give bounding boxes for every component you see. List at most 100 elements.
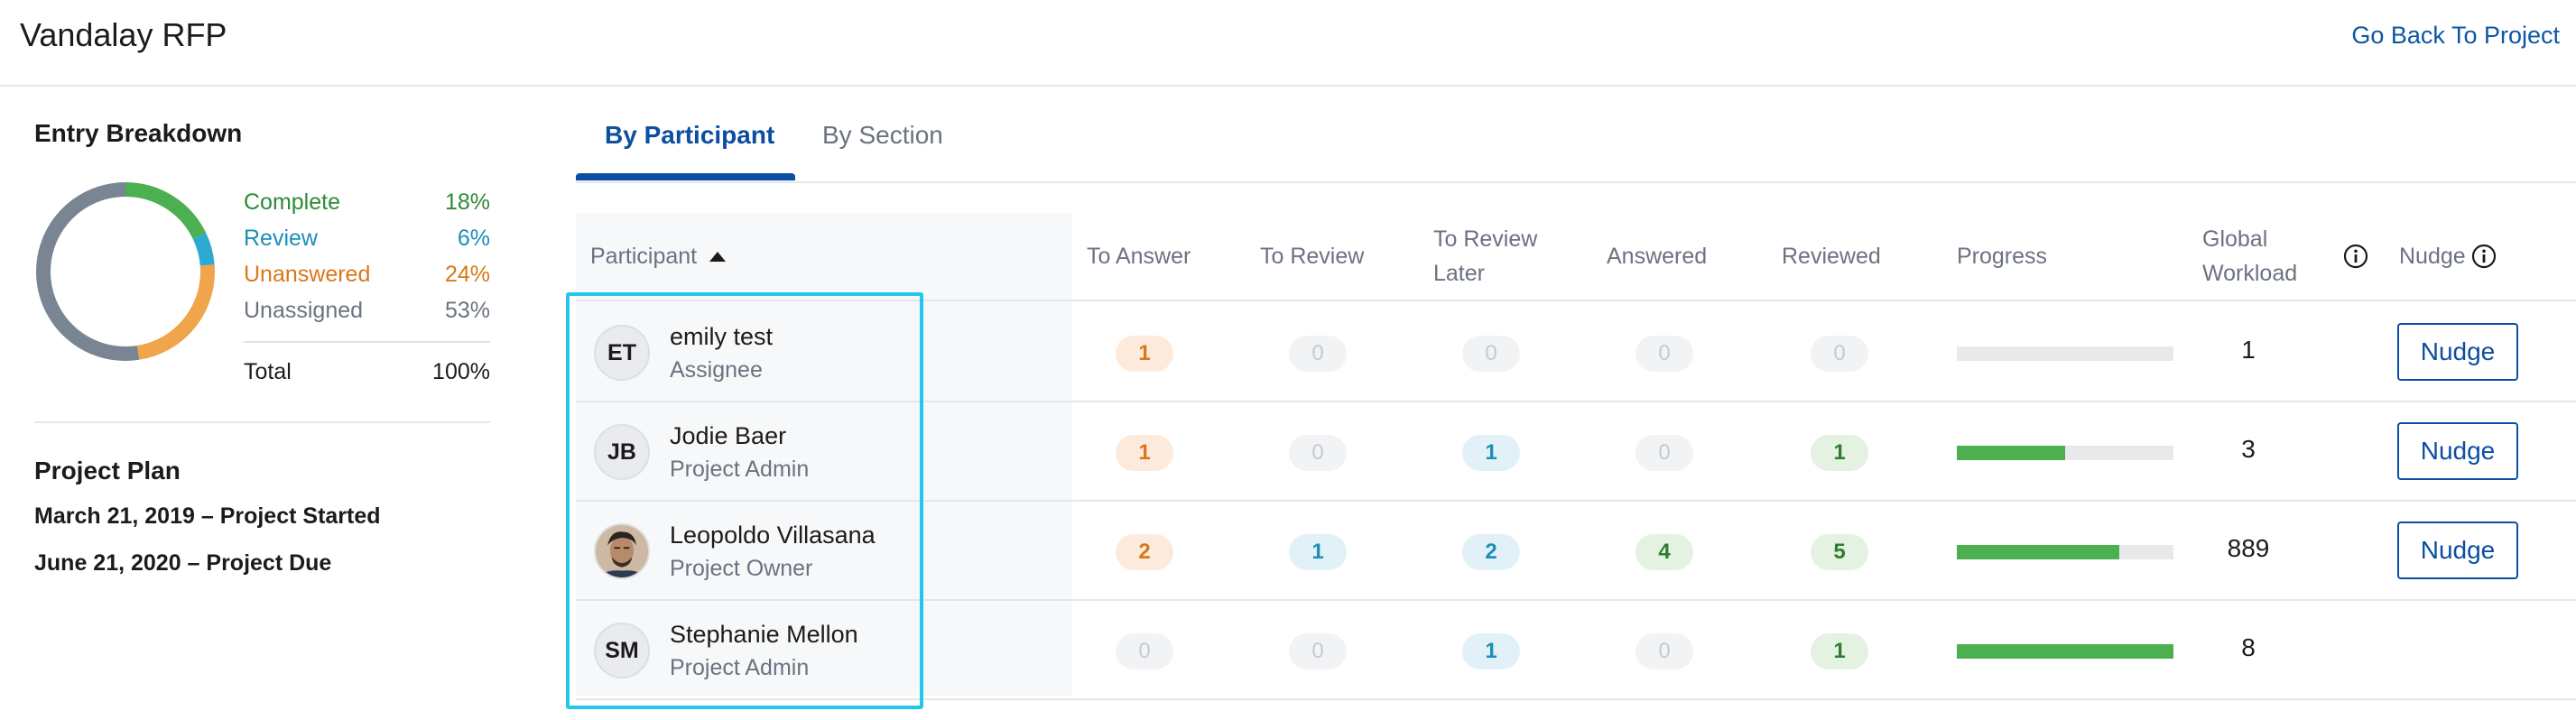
table-row: JB Jodie Baer Project Admin 1 0 1 0 1 3 … (576, 402, 2576, 502)
col-global-workload-line1: Global (2202, 226, 2268, 252)
to-review-later-count[interactable]: 2 (1462, 534, 1520, 570)
avatar: JB (594, 424, 650, 480)
user-photo-icon (596, 525, 648, 577)
col-to-review-later-line1: To Review (1433, 226, 1538, 252)
to-review-later-count: 0 (1462, 336, 1520, 372)
nudge-button[interactable]: Nudge (2397, 323, 2518, 381)
progress-bar (1957, 446, 2173, 460)
col-global-workload[interactable]: Global Workload (2202, 222, 2297, 291)
avatar: ET (594, 325, 650, 381)
active-tab-indicator (576, 173, 795, 180)
participant-name: emily test (670, 323, 774, 350)
global-workload-value: 8 (2241, 633, 2256, 661)
breakdown-legend: Complete 18% Review 6% Unanswered 24% Un… (244, 184, 490, 328)
to-answer-count: 0 (1116, 633, 1173, 669)
entry-breakdown-title: Entry Breakdown (34, 119, 243, 147)
legend-label: Unanswered (244, 262, 371, 287)
table-row: ET emily test Assignee 1 0 0 0 0 1 Nudge (576, 303, 2576, 402)
legend-percent: 53% (444, 298, 490, 323)
page-title: Vandalay RFP (20, 16, 227, 53)
global-workload-value: 3 (2241, 435, 2256, 463)
col-to-review-later-line2: Later (1433, 261, 1485, 286)
reviewed-count: 0 (1811, 336, 1868, 372)
legend-unanswered: Unanswered 24% (244, 256, 490, 292)
progress-bar-fill (1957, 644, 2173, 659)
nudge-button[interactable]: Nudge (2397, 522, 2518, 579)
col-to-review[interactable]: To Review (1260, 239, 1364, 273)
tab-by-section[interactable]: By Section (822, 121, 943, 150)
to-review-count: 0 (1289, 633, 1347, 669)
table-header: Participant To Answer To Review To Revie… (576, 213, 2576, 301)
to-review-later-count[interactable]: 1 (1462, 435, 1520, 471)
table-row: Leopoldo Villasana Project Owner 2 1 2 4… (576, 502, 2576, 601)
nudge-button[interactable]: Nudge (2397, 422, 2518, 480)
legend-complete: Complete 18% (244, 184, 490, 220)
legend-percent: 6% (457, 226, 490, 251)
reviewed-count[interactable]: 1 (1811, 435, 1868, 471)
progress-bar (1957, 346, 2173, 361)
participant-name: Leopoldo Villasana (670, 522, 876, 549)
to-review-count: 0 (1289, 336, 1347, 372)
col-global-workload-line2: Workload (2202, 261, 2298, 286)
to-answer-count[interactable]: 1 (1116, 435, 1173, 471)
reviewed-count[interactable]: 1 (1811, 633, 1868, 669)
global-workload-value: 889 (2227, 534, 2270, 562)
page-header: Vandalay RFP Go Back To Project (0, 0, 2576, 87)
participant-role: Project Owner (670, 556, 813, 581)
total-label: Total (244, 359, 292, 384)
participant-role: Project Admin (670, 655, 810, 680)
answered-count[interactable]: 4 (1635, 534, 1693, 570)
col-reviewed[interactable]: Reviewed (1782, 239, 1881, 273)
col-answered[interactable]: Answered (1607, 239, 1707, 273)
legend-percent: 18% (444, 189, 490, 215)
progress-bar-fill (1957, 545, 2119, 559)
to-review-count[interactable]: 1 (1289, 534, 1347, 570)
to-answer-count[interactable]: 1 (1116, 336, 1173, 372)
avatar (594, 523, 650, 579)
legend-label: Unassigned (244, 298, 364, 323)
to-answer-count[interactable]: 2 (1116, 534, 1173, 570)
table-row: SM Stephanie Mellon Project Admin 0 0 1 … (576, 601, 2576, 700)
global-workload-value: 1 (2241, 336, 2256, 364)
entry-breakdown-donut (36, 182, 215, 361)
donut-segment-complete (125, 182, 207, 240)
answered-count: 0 (1635, 336, 1693, 372)
global-workload-info-icon[interactable] (2343, 244, 2368, 269)
progress-bar-fill (1957, 446, 2065, 460)
legend-label: Complete (244, 189, 340, 215)
to-review-later-count[interactable]: 1 (1462, 633, 1520, 669)
legend-total: Total 100% (244, 341, 490, 385)
participant-name: Jodie Baer (670, 422, 787, 449)
avatar: SM (594, 623, 650, 678)
col-participant[interactable]: Participant (590, 239, 727, 273)
progress-bar (1957, 545, 2173, 559)
answered-count: 0 (1635, 633, 1693, 669)
donut-segment-unanswered (136, 264, 215, 360)
col-nudge: Nudge (2399, 244, 2466, 269)
answered-count: 0 (1635, 435, 1693, 471)
reviewed-count[interactable]: 5 (1811, 534, 1868, 570)
go-back-link[interactable]: Go Back To Project (2351, 22, 2560, 50)
participant-role: Assignee (670, 357, 763, 383)
legend-review: Review 6% (244, 220, 490, 256)
project-started-date: March 21, 2019 – Project Started (34, 503, 381, 529)
col-progress[interactable]: Progress (1957, 239, 2047, 273)
view-tabs: By Participant By Section (576, 87, 2576, 183)
sort-ascending-icon (709, 251, 727, 262)
project-due-date: June 21, 2020 – Project Due (34, 550, 332, 576)
legend-unassigned: Unassigned 53% (244, 292, 490, 328)
donut-segment-review (192, 232, 215, 266)
divider (34, 421, 490, 423)
nudge-info-icon[interactable] (2471, 244, 2497, 269)
project-plan-title: Project Plan (34, 457, 181, 485)
tab-by-participant[interactable]: By Participant (605, 121, 774, 150)
donut-segment-unassigned (36, 182, 140, 361)
col-to-review-later[interactable]: To Review Later (1433, 222, 1537, 291)
total-value: 100% (432, 359, 490, 384)
col-participant-label: Participant (590, 244, 698, 269)
legend-label: Review (244, 226, 318, 251)
progress-bar (1957, 644, 2173, 659)
col-to-answer[interactable]: To Answer (1087, 239, 1191, 273)
participant-name: Stephanie Mellon (670, 621, 858, 648)
to-review-count: 0 (1289, 435, 1347, 471)
